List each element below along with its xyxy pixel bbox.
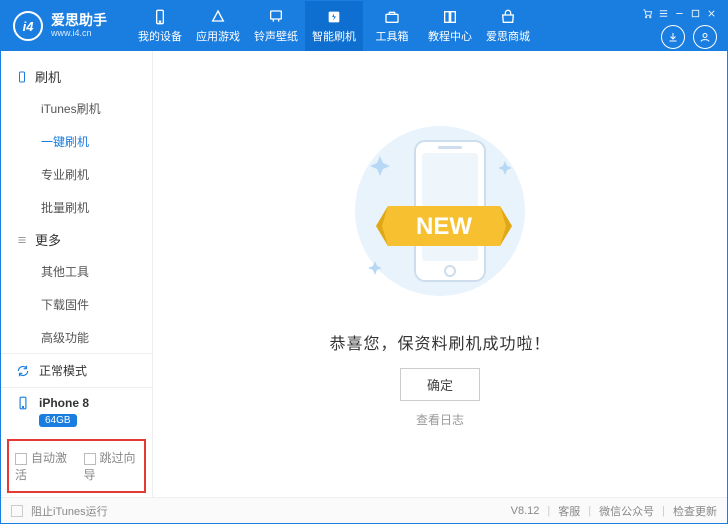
nav-label: 铃声壁纸 [254, 28, 298, 44]
user-button[interactable] [693, 25, 717, 49]
maximize-icon[interactable] [689, 8, 701, 20]
sidebar-item-batch[interactable]: 批量刷机 [1, 191, 152, 224]
nav-label: 教程中心 [428, 28, 472, 44]
apps-icon [209, 8, 227, 26]
nav-label: 智能刷机 [312, 28, 356, 44]
logo: i4 爱思助手 www.i4.cn [1, 11, 131, 41]
brand-name: 爱思助手 [51, 13, 107, 28]
cart-icon[interactable] [641, 8, 653, 20]
device-mode[interactable]: 正常模式 [1, 353, 152, 387]
refresh-icon [15, 364, 31, 378]
sidebar-item-other[interactable]: 其他工具 [1, 255, 152, 288]
book-icon [441, 8, 459, 26]
close-icon[interactable] [705, 8, 717, 20]
header: i4 爱思助手 www.i4.cn 我的设备 应用游戏 [1, 1, 727, 51]
status-bar: 阻止iTunes运行 V8.12 | 客服 | 微信公众号 | 检查更新 [1, 497, 727, 523]
download-button[interactable] [661, 25, 685, 49]
logo-badge: i4 [13, 11, 43, 41]
sidebar-item-oneclick[interactable]: 一键刷机 [1, 125, 152, 158]
sidebar-item-download-fw[interactable]: 下载固件 [1, 288, 152, 321]
auto-activate-checkbox[interactable]: 自动激活 [15, 449, 70, 483]
view-log-link[interactable]: 查看日志 [416, 411, 464, 428]
device-name: iPhone 8 [39, 396, 89, 410]
skip-guide-checkbox[interactable]: 跳过向导 [84, 449, 139, 483]
nav-label: 应用游戏 [196, 28, 240, 44]
nav-ringtones[interactable]: 铃声壁纸 [247, 1, 305, 51]
device-icon [15, 396, 31, 410]
device-mode-label: 正常模式 [39, 362, 87, 379]
ok-button[interactable]: 确定 [400, 368, 480, 401]
sidebar-item-advanced[interactable]: 高级功能 [1, 321, 152, 353]
bottom-options: 自动激活 跳过向导 [7, 439, 146, 493]
sidebar-group-flash: 刷机 [1, 61, 152, 92]
nav-device[interactable]: 我的设备 [131, 1, 189, 51]
sidebar-item-pro[interactable]: 专业刷机 [1, 158, 152, 191]
wechat-link[interactable]: 微信公众号 [599, 503, 654, 519]
device-info[interactable]: iPhone 8 64GB [1, 387, 152, 435]
brand-url: www.i4.cn [51, 29, 107, 39]
shop-icon [499, 8, 517, 26]
sidebar: 刷机 iTunes刷机 一键刷机 专业刷机 批量刷机 更多 其他工具 下载固件 … [1, 51, 153, 497]
update-link[interactable]: 检查更新 [673, 503, 717, 519]
more-icon [15, 234, 29, 246]
sidebar-item-itunes[interactable]: iTunes刷机 [1, 92, 152, 125]
nav-tutorial[interactable]: 教程中心 [421, 1, 479, 51]
nav-tools[interactable]: 工具箱 [363, 1, 421, 51]
storage-badge: 64GB [39, 414, 77, 427]
nav-label: 我的设备 [138, 28, 182, 44]
nav-apps[interactable]: 应用游戏 [189, 1, 247, 51]
nav-label: 爱思商城 [486, 28, 530, 44]
flash-icon [325, 8, 343, 26]
menu-icon[interactable] [657, 8, 669, 20]
sidebar-group-label: 刷机 [35, 67, 61, 86]
nav-flash[interactable]: 智能刷机 [305, 1, 363, 51]
main-content: NEW 恭喜您，保资料刷机成功啦！ 确定 查看日志 [153, 51, 727, 497]
phone-icon [151, 8, 169, 26]
top-nav: 我的设备 应用游戏 铃声壁纸 智能刷机 [131, 1, 537, 51]
support-link[interactable]: 客服 [558, 503, 580, 519]
success-message: 恭喜您，保资料刷机成功啦！ [329, 330, 550, 354]
success-illustration: NEW [330, 111, 550, 314]
nav-label: 工具箱 [376, 28, 409, 44]
toolbox-icon [383, 8, 401, 26]
minimize-icon[interactable] [673, 8, 685, 20]
ribbon-text: NEW [416, 213, 472, 240]
version-label: V8.12 [511, 505, 540, 517]
block-itunes-checkbox[interactable]: 阻止iTunes运行 [11, 503, 108, 519]
nav-shop[interactable]: 爱思商城 [479, 1, 537, 51]
sidebar-group-more: 更多 [1, 224, 152, 255]
music-icon [267, 8, 285, 26]
sidebar-group-label: 更多 [35, 230, 61, 249]
phone-outline-icon [15, 71, 29, 83]
